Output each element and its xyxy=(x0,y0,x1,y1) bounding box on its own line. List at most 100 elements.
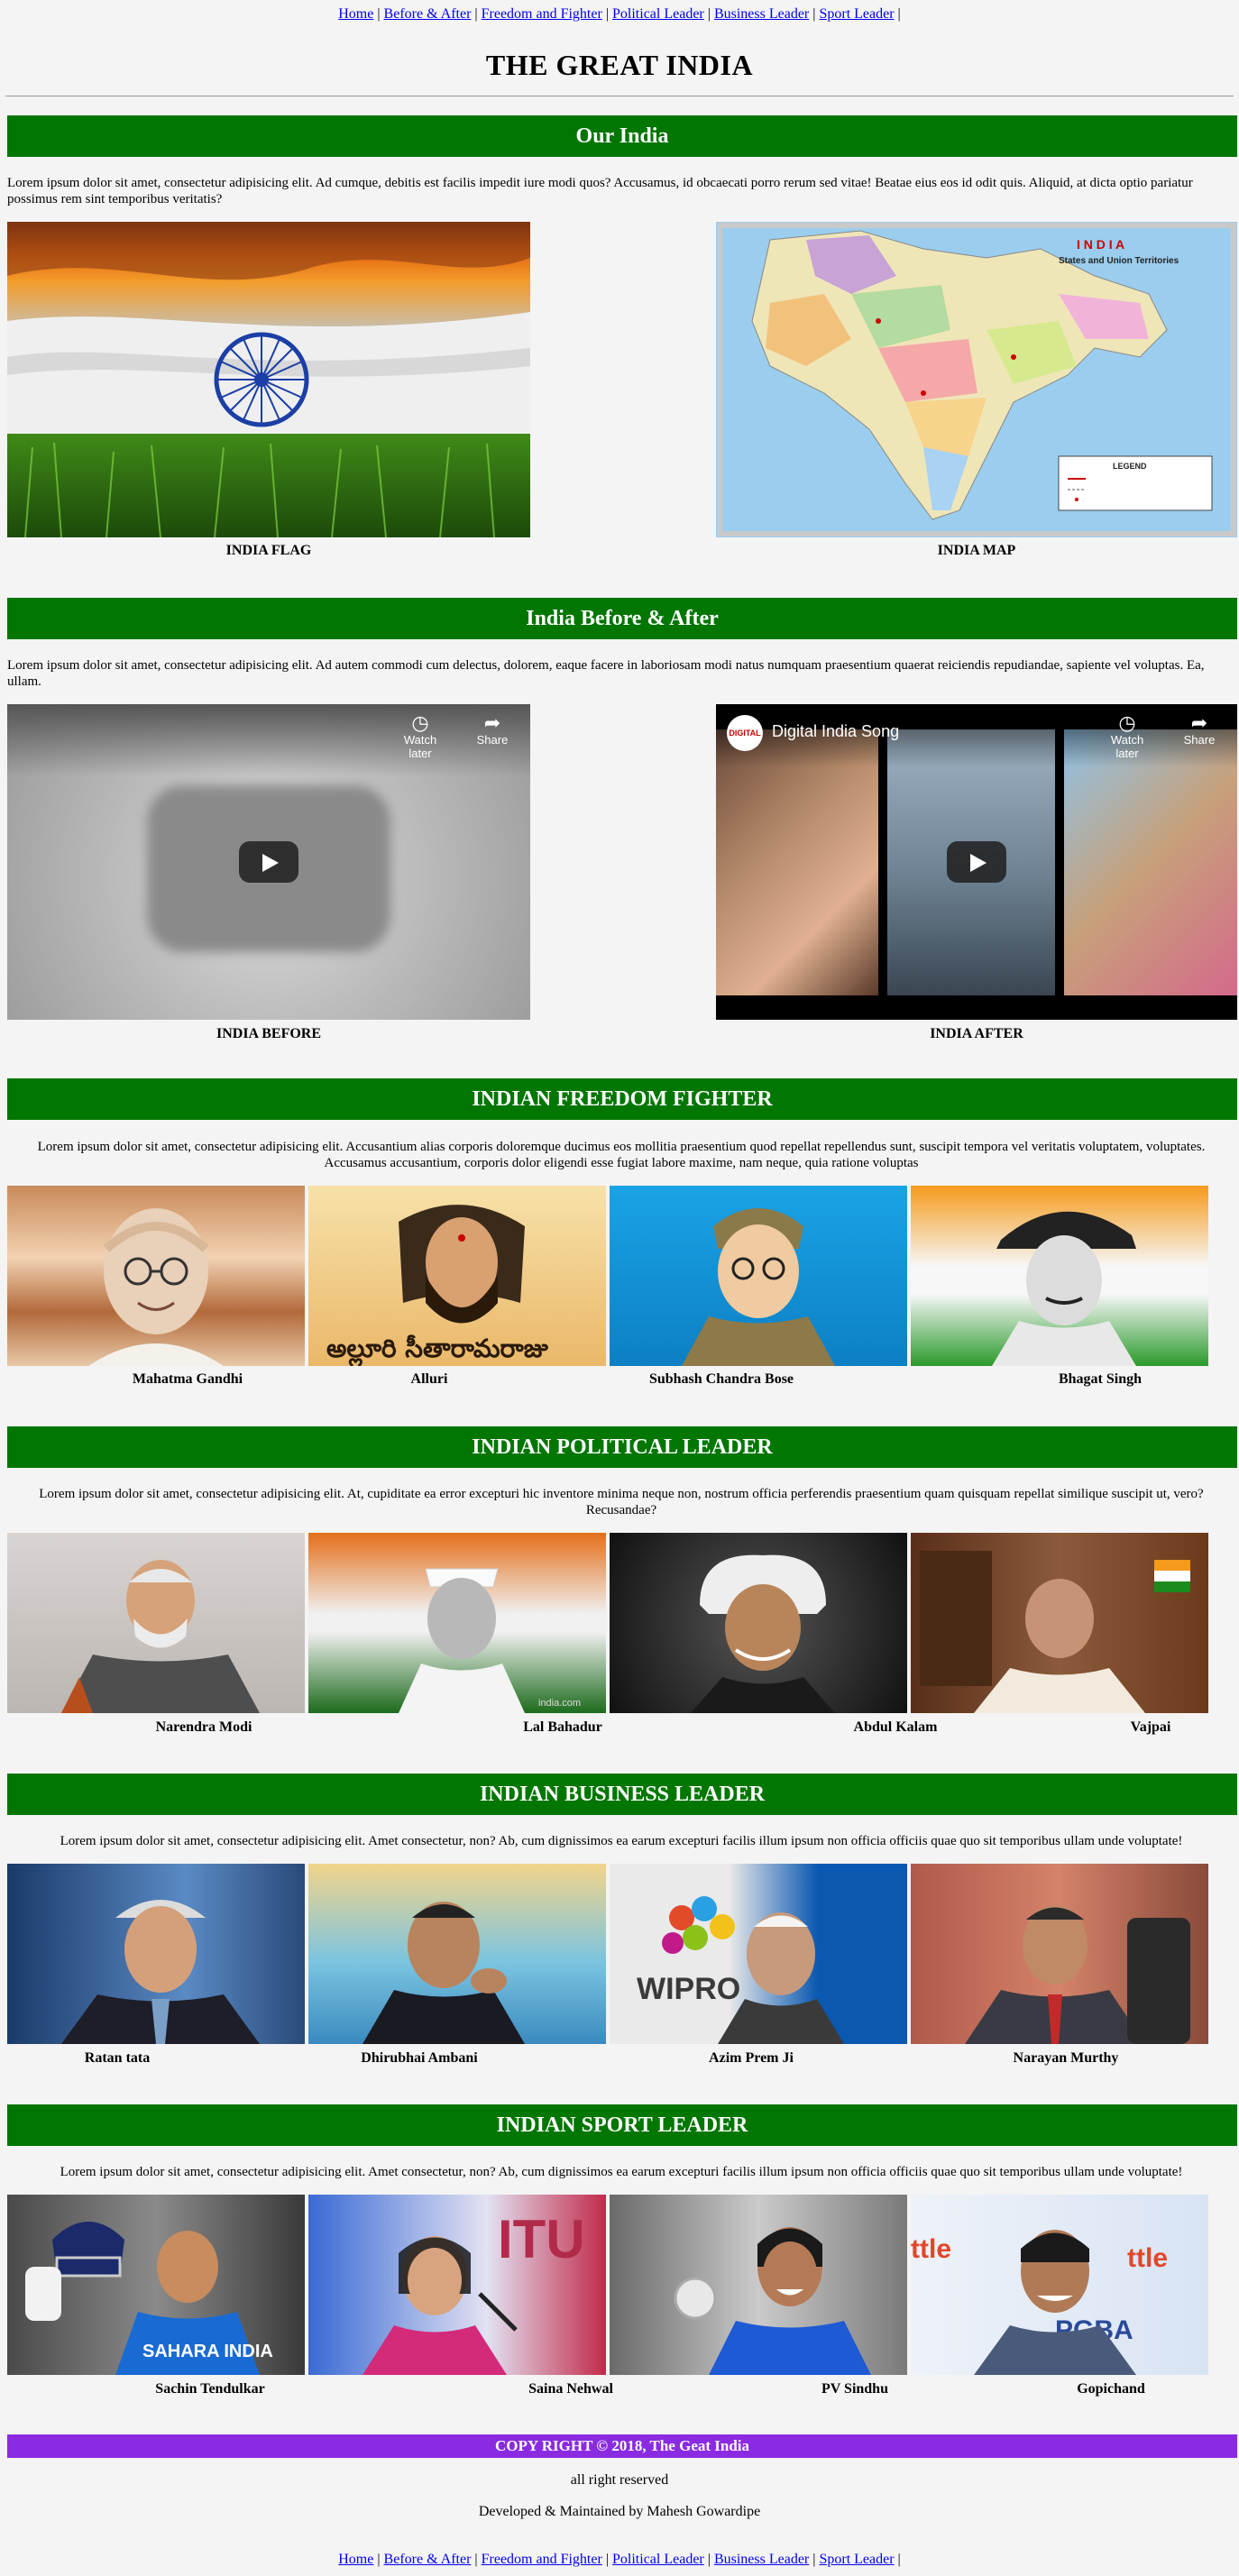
video-frame-elderly xyxy=(1064,729,1237,995)
our-india-text: Lorem ipsum dolor sit amet, consectetur … xyxy=(7,176,1193,206)
svg-text:అల్లూరి సీతారామరాజు: అల్లూరి సీతారామరాజు xyxy=(326,1334,549,1366)
nav-separator: | xyxy=(474,6,478,22)
narayan-murthy-photo xyxy=(911,1864,1208,2044)
azim-prem-ji-photo: WIPRO xyxy=(610,1864,907,2044)
nav-link-before-after[interactable]: Before & After xyxy=(384,2552,472,2567)
nav-separator: | xyxy=(605,2552,610,2567)
video-title[interactable]: Digital India Song xyxy=(772,722,899,741)
watch-later-label: Watch later xyxy=(403,733,437,760)
political-text: Lorem ipsum dolor sit amet, consectetur … xyxy=(39,1487,1204,1517)
nav-link-home[interactable]: Home xyxy=(338,6,373,22)
caption-india-map: INDIA MAP xyxy=(937,543,1016,558)
bottom-nav: Home | Before & After | Freedom and Figh… xyxy=(0,2552,1239,2568)
sport-text: Lorem ipsum dolor sit amet, consectetur … xyxy=(60,2165,1183,2179)
clock-icon: ◷ xyxy=(1118,711,1136,734)
rights-text: all right reserved xyxy=(570,2472,669,2488)
video-top-shade xyxy=(7,704,530,776)
watermark-india-com: india.com xyxy=(538,1698,581,1709)
caption-subhash-chandra-bose: Subhash Chandra Bose xyxy=(648,1371,794,1387)
nav-separator: | xyxy=(812,6,816,22)
before-after-text: Lorem ipsum dolor sit amet, consectetur … xyxy=(7,658,1205,689)
caption-narendra-modi: Narendra Modi xyxy=(155,1719,252,1735)
business-text: Lorem ipsum dolor sit amet, consectetur … xyxy=(60,1834,1183,1848)
svg-text:ttle: ttle xyxy=(911,2234,951,2264)
section-heading-business-leader: INDIAN BUSINESS LEADER xyxy=(7,1774,1237,1815)
nav-link-freedom-fighter[interactable]: Freedom and Fighter xyxy=(482,6,602,22)
nav-link-freedom-fighter[interactable]: Freedom and Fighter xyxy=(482,2552,602,2567)
nav-link-before-after[interactable]: Before & After xyxy=(384,6,472,22)
pv-sindhu-photo xyxy=(610,2195,907,2375)
freedom-text: Lorem ipsum dolor sit amet, consectetur … xyxy=(37,1140,1206,1170)
caption-india-flag: INDIA FLAG xyxy=(225,543,312,558)
nav-separator: | xyxy=(812,2552,816,2567)
share-label: Share xyxy=(476,733,509,747)
narendra-modi-photo xyxy=(7,1533,305,1713)
india-map-image: I N D I A States and Union Territories L… xyxy=(716,222,1237,537)
share-button[interactable]: ➦ Share xyxy=(1174,713,1225,747)
video-frame-couple xyxy=(716,729,878,995)
india-flag-image xyxy=(7,222,530,537)
section-heading-our-india: Our India xyxy=(7,115,1237,157)
watch-later-button[interactable]: ◷ Watch later xyxy=(395,713,445,761)
copyright-banner: COPY RIGHT © 2018, The Geat India xyxy=(7,2434,1237,2458)
caption-vajpai: Vajpai xyxy=(1130,1719,1171,1735)
site-title: THE GREAT INDIA xyxy=(485,49,754,81)
nav-separator: | xyxy=(377,6,381,22)
share-icon: ➦ xyxy=(483,711,501,734)
vajpai-photo xyxy=(911,1533,1208,1713)
section-heading-sport-leader: INDIAN SPORT LEADER xyxy=(7,2104,1237,2146)
share-icon: ➦ xyxy=(1190,711,1208,734)
section-heading-freedom-fighter: INDIAN FREEDOM FIGHTER xyxy=(7,1078,1237,1120)
section-heading-before-after: India Before & After xyxy=(7,598,1237,639)
alluri-photo: అల్లూరి సీతారామరాజు xyxy=(308,1186,606,1366)
mahatma-gandhi-photo xyxy=(7,1186,305,1366)
nav-separator: | xyxy=(474,2552,478,2567)
saina-nehwal-photo: ITU xyxy=(308,2195,606,2375)
india-after-video[interactable]: DIGITAL Digital India Song ◷ Watch later … xyxy=(716,704,1237,1020)
nav-separator: | xyxy=(707,2552,711,2567)
nav-separator: | xyxy=(707,6,711,22)
channel-logo[interactable]: DIGITAL xyxy=(727,715,763,751)
caption-narayan-murthy: Narayan Murthy xyxy=(1013,2050,1119,2066)
nav-link-political-leader[interactable]: Political Leader xyxy=(612,2552,704,2567)
developer-credit: Developed & Maintained by Mahesh Gowardi… xyxy=(478,2504,761,2519)
bhagat-singh-photo xyxy=(911,1186,1208,1366)
nav-link-political-leader[interactable]: Political Leader xyxy=(612,6,704,22)
play-button[interactable] xyxy=(947,841,1006,883)
abdul-kalam-photo xyxy=(610,1533,907,1713)
svg-text:ITU: ITU xyxy=(498,2209,585,2269)
nav-link-business-leader[interactable]: Business Leader xyxy=(714,2552,809,2567)
caption-dhirubhai-ambani: Dhirubhai Ambani xyxy=(361,2050,478,2066)
lal-bahadur-photo: india.com xyxy=(308,1533,606,1713)
play-button[interactable] xyxy=(239,841,298,883)
gopichand-photo: ttle ttle PGBA xyxy=(911,2195,1208,2375)
dhirubhai-ambani-photo xyxy=(308,1864,606,2044)
nav-link-sport-leader[interactable]: Sport Leader xyxy=(819,6,894,22)
subhash-chandra-bose-photo xyxy=(610,1186,907,1366)
india-before-video[interactable]: ◷ Watch later ➦ Share xyxy=(7,704,530,1020)
jersey-sponsor-text: SAHARA INDIA xyxy=(142,2342,273,2361)
top-nav: Home | Before & After | Freedom and Figh… xyxy=(0,0,1239,24)
sachin-tendulkar-photo: SAHARA INDIA xyxy=(7,2195,305,2375)
caption-gopichand: Gopichand xyxy=(1077,2381,1145,2397)
wipro-logo-text: WIPRO xyxy=(637,1972,740,2006)
caption-sachin-tendulkar: Sachin Tendulkar xyxy=(155,2381,265,2397)
map-title: I N D I A xyxy=(1077,237,1124,252)
nav-link-home[interactable]: Home xyxy=(338,2552,373,2567)
nav-separator: | xyxy=(605,6,610,22)
nav-separator: | xyxy=(377,2552,381,2567)
nav-link-sport-leader[interactable]: Sport Leader xyxy=(819,2552,894,2567)
section-heading-political-leader: INDIAN POLITICAL LEADER xyxy=(7,1426,1237,1468)
watch-later-label: Watch later xyxy=(1110,733,1144,760)
share-label: Share xyxy=(1183,733,1216,747)
caption-india-before: INDIA BEFORE xyxy=(216,1026,322,1041)
nav-separator: | xyxy=(897,6,901,22)
nav-link-business-leader[interactable]: Business Leader xyxy=(714,6,809,22)
caption-india-after: INDIA AFTER xyxy=(930,1026,1023,1041)
ratan-tata-photo xyxy=(7,1864,305,2044)
watch-later-button[interactable]: ◷ Watch later xyxy=(1102,711,1152,761)
map-legend-title: LEGEND xyxy=(1113,462,1147,471)
share-button[interactable]: ➦ Share xyxy=(467,713,518,747)
caption-azim-prem-ji: Azim Prem Ji xyxy=(709,2050,794,2066)
map-subtitle: States and Union Territories xyxy=(1059,256,1179,266)
